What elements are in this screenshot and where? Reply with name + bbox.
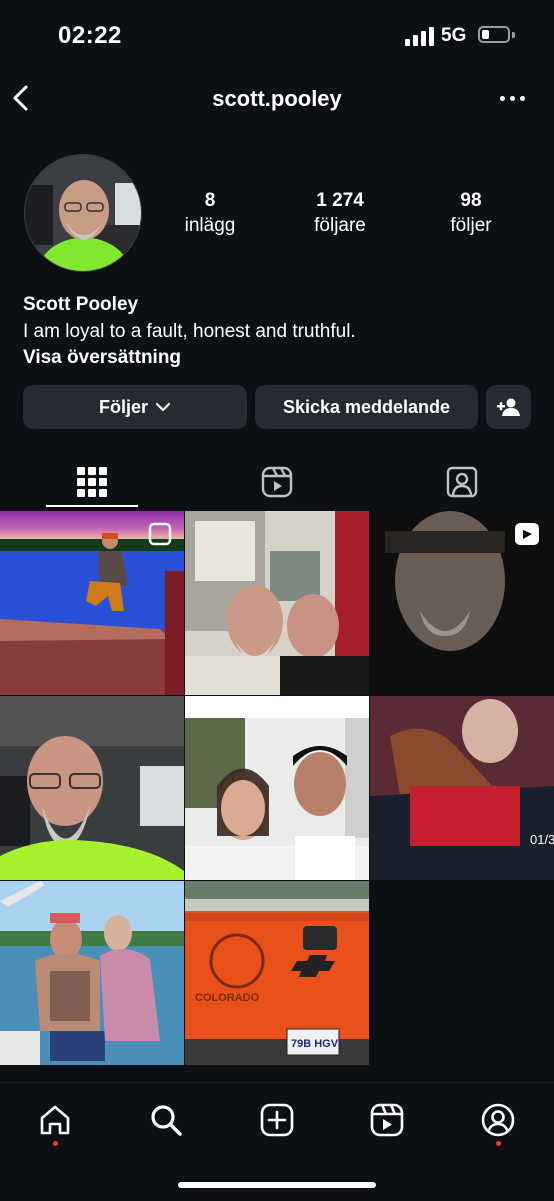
- tab-reels[interactable]: [185, 458, 369, 506]
- following-button-label: Följer: [98, 396, 148, 417]
- timestamp-overlay: 01/30/: [530, 832, 554, 847]
- battery-icon: [478, 26, 510, 43]
- active-tab-indicator: [46, 505, 138, 507]
- post-thumbnail[interactable]: [0, 881, 184, 1065]
- grid-icon: [77, 467, 107, 497]
- license-plate: 79B HGV: [291, 1038, 339, 1050]
- stat-following-label: följer: [450, 215, 492, 236]
- nav-create[interactable]: [257, 1100, 297, 1140]
- stat-following[interactable]: 98 följer: [411, 190, 531, 237]
- stat-followers-value: 1 274: [316, 190, 364, 211]
- post-thumbnail[interactable]: [0, 696, 184, 880]
- following-button[interactable]: Följer: [23, 385, 247, 429]
- post-thumbnail[interactable]: [185, 511, 369, 695]
- post-thumbnail[interactable]: [185, 696, 369, 880]
- nav-profile[interactable]: [478, 1100, 518, 1140]
- suggested-people-button[interactable]: [486, 385, 531, 429]
- stat-posts[interactable]: 8 inlägg: [150, 190, 270, 237]
- nav-reels[interactable]: [367, 1100, 407, 1140]
- profile-icon: [481, 1103, 515, 1137]
- stat-followers-label: följare: [314, 215, 366, 236]
- stat-posts-value: 8: [204, 190, 216, 211]
- home-icon: [40, 1105, 70, 1135]
- stat-followers[interactable]: 1 274 följare: [280, 190, 400, 237]
- network-label: 5G: [441, 25, 467, 46]
- post-thumbnail[interactable]: COLORADO 79B HGV: [185, 881, 369, 1065]
- home-indicator: [178, 1182, 376, 1188]
- profile-username: scott.pooley: [212, 86, 342, 111]
- reels-icon: [261, 466, 293, 498]
- truck-label: COLORADO: [195, 992, 260, 1004]
- message-button[interactable]: Skicka meddelande: [255, 385, 478, 429]
- notification-dot: [496, 1141, 501, 1146]
- search-icon: [151, 1105, 182, 1136]
- status-time: 02:22: [58, 22, 122, 49]
- post-thumbnail[interactable]: [370, 511, 554, 695]
- nav-search[interactable]: [146, 1100, 186, 1140]
- post-thumbnail[interactable]: 01/30/: [370, 696, 554, 880]
- battery-tip: [512, 32, 515, 38]
- chevron-down-icon: [155, 402, 171, 412]
- more-options-icon[interactable]: [500, 96, 525, 101]
- add-person-icon: [496, 398, 520, 416]
- profile-bio: I am loyal to a fault, honest and truthf…: [23, 321, 356, 342]
- notification-dot: [53, 1141, 58, 1146]
- see-translation-link[interactable]: Visa översättning: [23, 347, 181, 369]
- create-icon: [260, 1103, 294, 1137]
- stat-posts-label: inlägg: [184, 215, 236, 236]
- post-thumbnail[interactable]: [0, 511, 184, 695]
- tab-tagged[interactable]: [370, 458, 554, 506]
- avatar[interactable]: [24, 154, 142, 272]
- nav-home[interactable]: [35, 1100, 75, 1140]
- signal-icon: [405, 26, 434, 46]
- tagged-icon: [446, 466, 478, 498]
- reels-icon: [370, 1103, 404, 1137]
- message-button-label: Skicka meddelande: [282, 396, 451, 417]
- stat-following-value: 98: [460, 190, 482, 211]
- tab-posts-grid[interactable]: [0, 458, 184, 506]
- profile-name: Scott Pooley: [23, 294, 139, 315]
